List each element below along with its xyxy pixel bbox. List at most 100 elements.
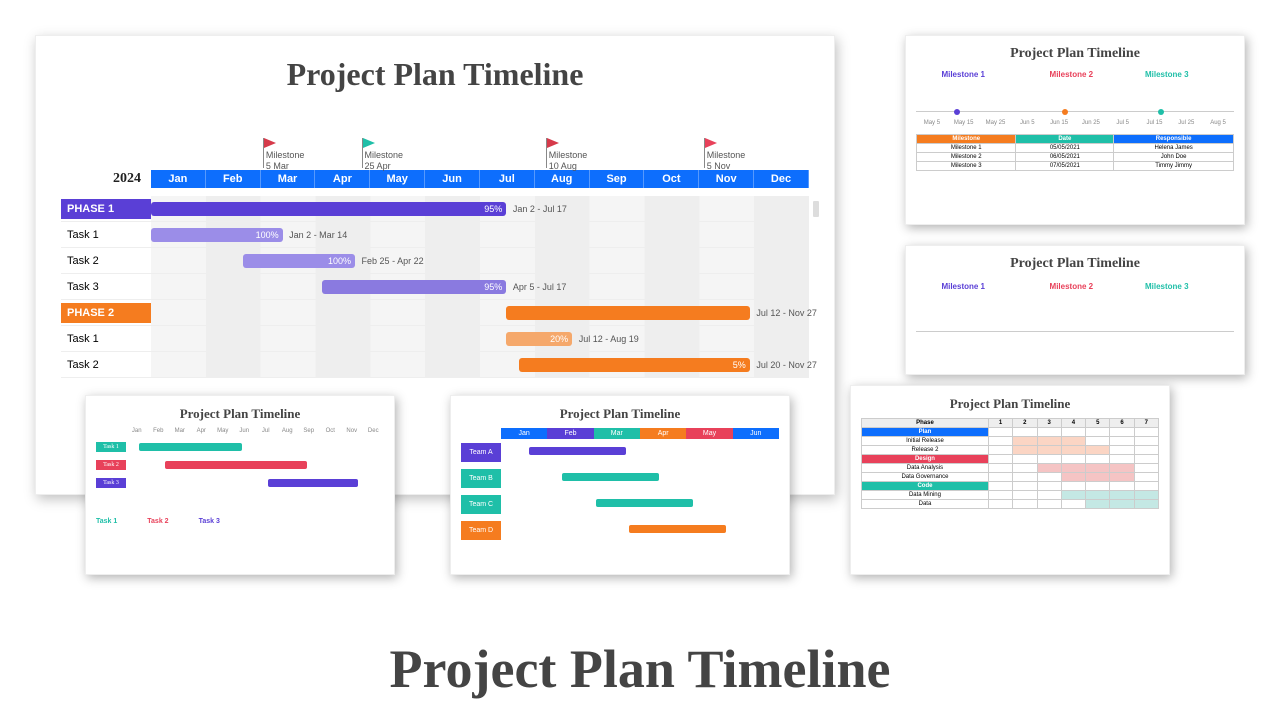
table-cell: Timmy Jimmy [1114, 162, 1234, 171]
tick-label: Jun 5 [1011, 120, 1043, 126]
thumb1-m3: Milestone 3 [1145, 70, 1189, 79]
drag-handle-icon[interactable] [813, 201, 819, 217]
month-cell: Dec [754, 170, 809, 188]
tick-label: May 5 [916, 120, 948, 126]
table-cell: Milestone 2 [917, 153, 1016, 162]
thumb4-t3: Task 3 [96, 478, 126, 488]
thumb1-m1: Milestone 1 [941, 70, 985, 79]
thumb1-title: Project Plan Timeline [916, 46, 1234, 62]
table-cell: John Doe [1114, 153, 1234, 162]
gantt-row: PHASE 2Jul 12 - Nov 27 [61, 300, 809, 326]
thumb5-teams: Team ATeam BTeam CTeam D [461, 439, 779, 543]
flag-icon [363, 138, 375, 148]
row-label: Task 1 [61, 229, 151, 241]
thumb5-months: JanFebMarAprMayJun [501, 428, 779, 439]
table-cell: 06/05/2021 [1016, 153, 1114, 162]
gantt-row: Task 120%Jul 12 - Aug 19 [61, 326, 809, 352]
month-cell: Oct [644, 170, 699, 188]
mini-bar [139, 443, 242, 451]
months-header: JanFebMarAprMayJunJulAugSepOctNovDec [151, 170, 809, 188]
thumb4-months: JanFebMarAprMayJunJulAugSepOctNovDec [126, 428, 384, 434]
dot-icon [954, 109, 960, 115]
thumb2-m2: Milestone 2 [1050, 282, 1094, 291]
thumb1-axis [916, 111, 1234, 112]
table-header: Milestone [917, 135, 1016, 144]
gantt-row: Task 1100% Jan 2 - Mar 14 [61, 222, 809, 248]
bar-date-range: Jan 2 - Jul 17 [513, 204, 567, 214]
row-label: Task 2 [61, 255, 151, 267]
gantt-bar[interactable]: 100% [243, 254, 355, 268]
legend-item: Task 1 [96, 518, 117, 525]
table-cell: 05/05/2021 [1016, 144, 1114, 153]
thumb1-ticks: May 5May 15May 25Jun 5Jun 15Jun 25Jul 5J… [916, 120, 1234, 126]
month-cell: Jul [480, 170, 535, 188]
legend-item: Task 2 [147, 518, 168, 525]
milestone-row: Milestone5 MarMilestone25 AprMilestone10… [151, 108, 809, 168]
thumbnail-milestone-2: Project Plan Timeline Milestone 1 Milest… [905, 245, 1245, 375]
bar-date-range: Feb 25 - Apr 22 [362, 256, 424, 266]
milestone-flag: Milestone5 Nov [704, 138, 705, 168]
milestone-flag: Milestone25 Apr [362, 138, 363, 168]
bar-date-range: Jan 2 - Mar 14 [289, 230, 347, 240]
page-title: Project Plan Timeline [0, 638, 1280, 700]
row-track: 100% Jan 2 - Mar 14 [151, 222, 809, 247]
gantt-bar[interactable] [506, 306, 749, 320]
thumb3-title: Project Plan Timeline [861, 396, 1159, 412]
thumb4-title: Project Plan Timeline [96, 406, 384, 422]
row-track: 5%Jul 20 - Nov 27 [151, 352, 809, 377]
thumb2-title: Project Plan Timeline [916, 256, 1234, 272]
gantt-row: PHASE 195% Jan 2 - Jul 17 [61, 196, 809, 222]
flag-icon [547, 138, 559, 148]
thumb4-t1: Task 1 [96, 442, 126, 452]
table-cell: Helena James [1114, 144, 1234, 153]
month-cell: Jun [425, 170, 480, 188]
tick-label: May 25 [980, 120, 1012, 126]
gantt-area: PHASE 195%Jan 2 - Jul 17Task 1100%Jan 2 … [61, 196, 809, 378]
gantt-bar[interactable]: 5% [519, 358, 749, 372]
row-track: 100% Feb 25 - Apr 22 [151, 248, 809, 273]
flag-icon [705, 138, 717, 148]
gantt-row: Task 2 100% Feb 25 - Apr 22 [61, 248, 809, 274]
thumb4-t2: Task 2 [96, 460, 126, 470]
table-cell: Milestone 1 [917, 144, 1016, 153]
thumbnail-tasks: Project Plan Timeline JanFebMarAprMayJun… [85, 395, 395, 575]
gantt-bar[interactable]: 20% [506, 332, 572, 346]
thumbnail-milestone-table: Project Plan Timeline Milestone 1 Milest… [905, 35, 1245, 225]
row-label: PHASE 1 [61, 199, 151, 219]
thumb2-axis [916, 331, 1234, 332]
milestone-flag: Milestone5 Mar [263, 138, 264, 168]
thumb1-table: MilestoneDateResponsible Milestone 105/0… [916, 134, 1234, 171]
thumb1-m2: Milestone 2 [1050, 70, 1094, 79]
tick-label: Aug 5 [1202, 120, 1234, 126]
gantt-bar[interactable]: 100% [151, 228, 283, 242]
row-track: 95% Apr 5 - Jul 17 [151, 274, 809, 299]
gantt-row: Task 25%Jul 20 - Nov 27 [61, 352, 809, 378]
thumb1-milestones: Milestone 1 Milestone 2 Milestone 3 [916, 70, 1234, 120]
thumbnail-phase-table: Project Plan Timeline Phase1234567PlanIn… [850, 385, 1170, 575]
table-header: Responsible [1114, 135, 1234, 144]
gantt-row: Task 3 95% Apr 5 - Jul 17 [61, 274, 809, 300]
row-label: Task 3 [61, 281, 151, 293]
row-label: Task 2 [61, 359, 151, 371]
table-header: Date [1016, 135, 1114, 144]
main-title: Project Plan Timeline [61, 56, 809, 93]
month-cell: Nov [699, 170, 754, 188]
flag-icon [264, 138, 276, 148]
thumb2-m1: Milestone 1 [941, 282, 985, 291]
month-cell: Aug [535, 170, 590, 188]
gantt-bar[interactable]: 95% [151, 202, 506, 216]
bar-date-range: Jul 12 - Nov 27 [756, 308, 817, 318]
row-track: 20%Jul 12 - Aug 19 [151, 326, 809, 351]
thumb5-title: Project Plan Timeline [461, 406, 779, 422]
legend-item: Task 3 [199, 518, 220, 525]
mini-bar [165, 461, 307, 469]
gantt-bar[interactable]: 95% [322, 280, 506, 294]
month-cell: May [370, 170, 425, 188]
bar-date-range: Apr 5 - Jul 17 [513, 282, 567, 292]
dot-icon [1062, 109, 1068, 115]
tick-label: May 15 [948, 120, 980, 126]
month-cell: Mar [261, 170, 316, 188]
table-cell: Milestone 3 [917, 162, 1016, 171]
thumb4-bars: Task 1 Task 2 Task 3 [96, 438, 384, 508]
tick-label: Jul 15 [1139, 120, 1171, 126]
